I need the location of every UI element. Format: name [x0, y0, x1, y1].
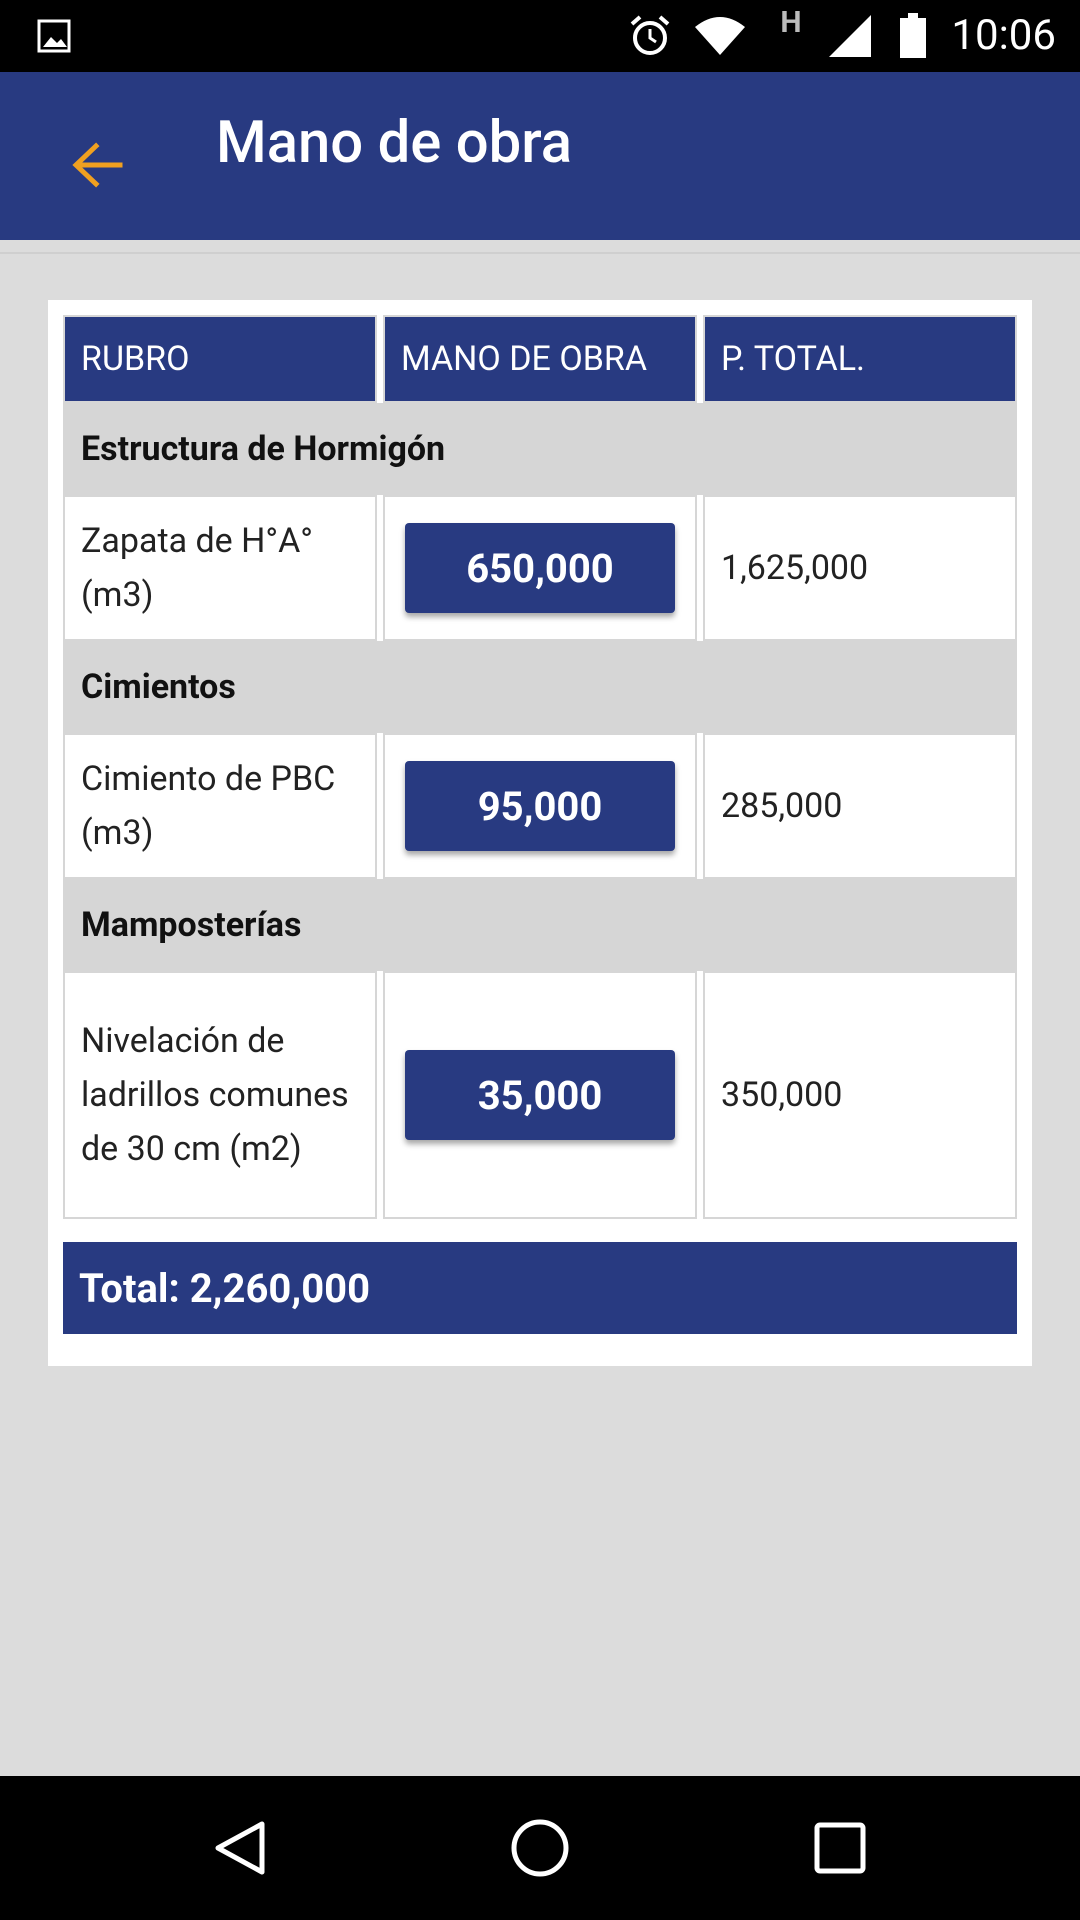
alarm-icon	[626, 0, 674, 72]
recents-square-icon[interactable]	[804, 1812, 876, 1884]
header-p-total: P. TOTAL.	[703, 315, 1017, 403]
p-total-cell: 350,000	[703, 971, 1017, 1219]
labor-table: RUBRO MANO DE OBRA P. TOTAL. Estructura …	[63, 315, 1017, 1219]
table-row: Nivelación de ladrillos comunes de 30 cm…	[63, 971, 1017, 1219]
clock: 10:06	[951, 11, 1056, 60]
rubro-cell: Zapata de H°A° (m3)	[63, 495, 377, 641]
wifi-icon	[690, 0, 750, 72]
section-header: Cimientos	[63, 641, 1017, 733]
app-bar: Mano de obra	[0, 72, 1080, 240]
header-mano-de-obra: MANO DE OBRA	[383, 315, 697, 403]
mano-de-obra-cell: 35,000	[383, 971, 697, 1219]
table-row: Zapata de H°A° (m3) 650,000 1,625,000	[63, 495, 1017, 641]
section-header: Estructura de Hormigón	[63, 403, 1017, 495]
mano-de-obra-cell: 95,000	[383, 733, 697, 879]
rubro-cell: Nivelación de ladrillos comunes de 30 cm…	[63, 971, 377, 1219]
image-icon	[34, 0, 74, 72]
mano-de-obra-button[interactable]: 650,000	[405, 523, 675, 613]
mano-de-obra-cell: 650,000	[383, 495, 697, 641]
summary-card: RUBRO MANO DE OBRA P. TOTAL. Estructura …	[48, 300, 1032, 1366]
mano-de-obra-button[interactable]: 35,000	[405, 1050, 675, 1140]
battery-icon	[896, 0, 930, 72]
rubro-cell: Cimiento de PBC (m3)	[63, 733, 377, 879]
page-title: Mano de obra	[216, 109, 573, 177]
table-header: RUBRO MANO DE OBRA P. TOTAL.	[63, 315, 1017, 403]
p-total-cell: 1,625,000	[703, 495, 1017, 641]
back-button[interactable]	[54, 122, 140, 208]
divider	[0, 252, 1080, 254]
navigation-bar	[0, 1776, 1080, 1920]
network-type-label: H	[780, 4, 802, 40]
mano-de-obra-button[interactable]: 95,000	[405, 761, 675, 851]
total-bar: Total: 2,260,000	[63, 1242, 1017, 1334]
p-total-cell: 285,000	[703, 733, 1017, 879]
arrow-left-icon	[72, 142, 123, 188]
section-header: Mamposterías	[63, 879, 1017, 971]
header-rubro: RUBRO	[63, 315, 377, 403]
table-row: Cimiento de PBC (m3) 95,000 285,000	[63, 733, 1017, 879]
home-circle-icon[interactable]	[504, 1812, 576, 1884]
signal-icon	[826, 0, 874, 72]
back-triangle-icon[interactable]	[204, 1812, 276, 1884]
